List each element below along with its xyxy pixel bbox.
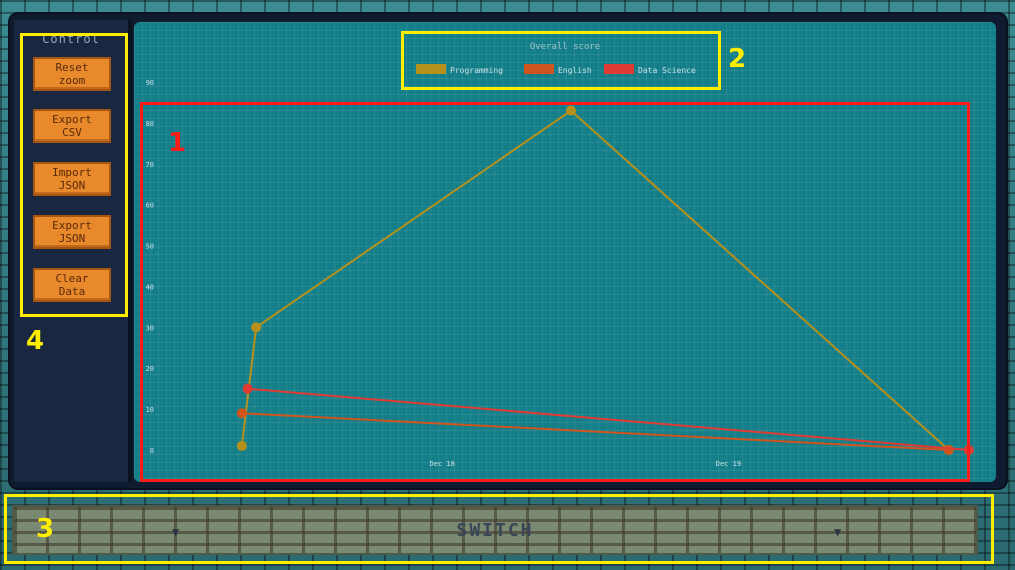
y-tick-label: 90: [146, 79, 154, 87]
annotation-label-legend: 2: [728, 44, 747, 74]
annotation-label-chart: 1: [168, 128, 187, 158]
annotation-box-legend: [401, 31, 721, 90]
annotation-box-controls: [20, 33, 128, 317]
annotation-box-chart: [140, 102, 970, 482]
annotation-label-switch: 3: [36, 514, 55, 544]
annotation-label-controls: 4: [26, 326, 45, 356]
annotation-box-switch: [4, 494, 994, 564]
